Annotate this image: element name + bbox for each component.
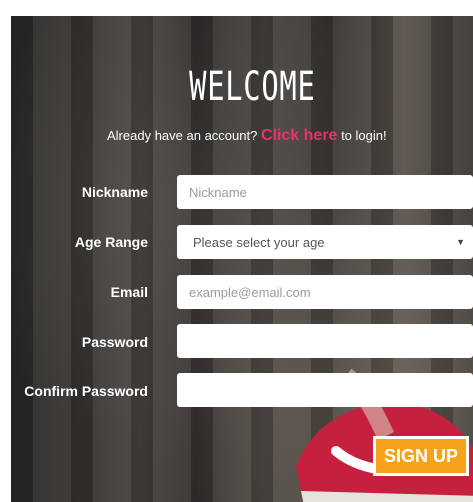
- email-label: Email: [110, 284, 148, 300]
- login-prompt: Already have an account? Click here to l…: [107, 127, 387, 145]
- page-title: WELCOME: [189, 64, 316, 110]
- age-range-value: Please select your age: [193, 234, 325, 250]
- chevron-down-icon: ▼: [456, 237, 465, 247]
- password-label: Password: [81, 334, 148, 350]
- login-prompt-suffix: to login!: [341, 128, 387, 143]
- age-range-label: Age Range: [74, 234, 148, 250]
- login-prompt-prefix: Already have an account?: [107, 128, 258, 143]
- nickname-input[interactable]: [177, 175, 473, 209]
- login-link[interactable]: Click here: [261, 127, 337, 144]
- confirm-password-input[interactable]: [177, 373, 473, 407]
- email-input[interactable]: [177, 275, 473, 309]
- nickname-label: Nickname: [81, 184, 148, 200]
- age-range-select[interactable]: Please select your age ▼: [177, 225, 473, 259]
- password-input[interactable]: [177, 324, 473, 358]
- confirm-password-label: Confirm Password: [24, 383, 148, 399]
- sign-up-button[interactable]: SIGN UP: [373, 436, 469, 476]
- signup-panel: WELCOME Already have an account? Click h…: [11, 16, 473, 502]
